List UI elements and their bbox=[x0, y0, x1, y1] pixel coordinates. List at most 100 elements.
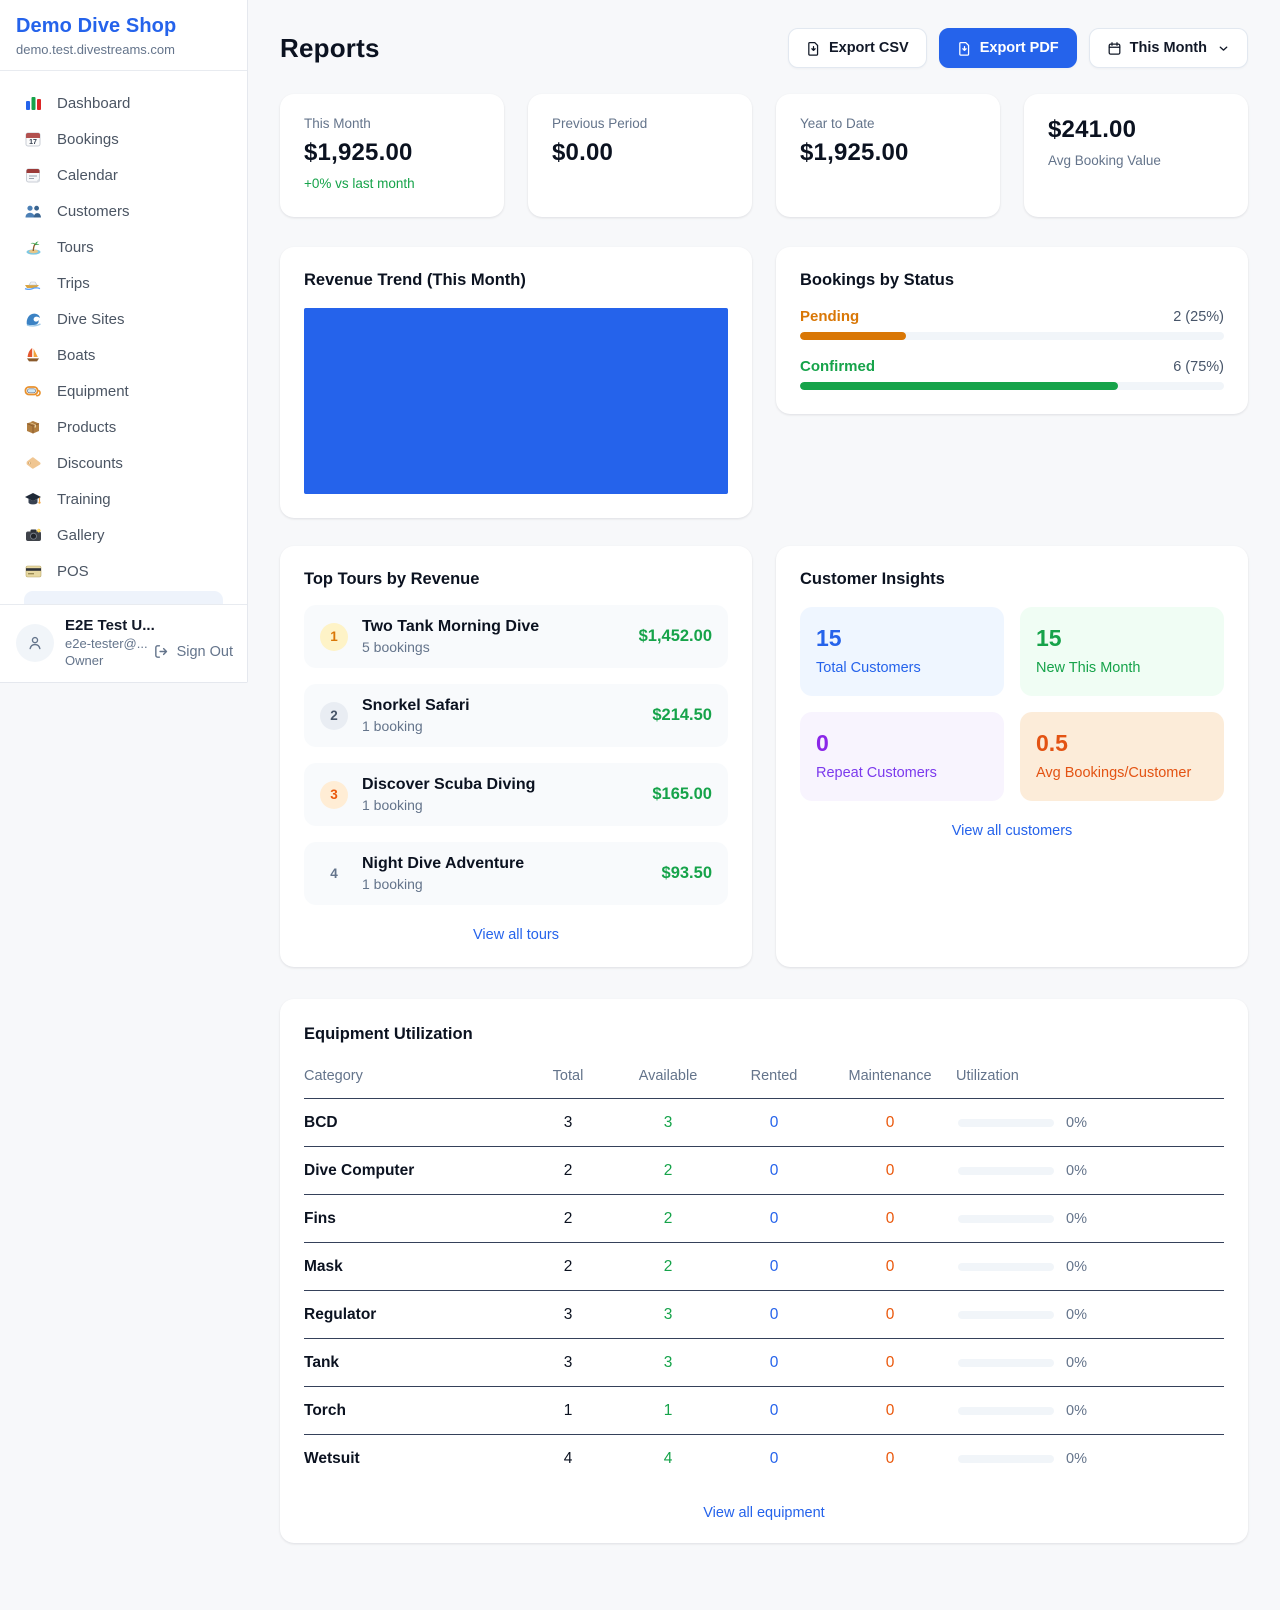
status-count-pending: 2 (25%) bbox=[1173, 309, 1224, 325]
export-pdf-label: Export PDF bbox=[980, 40, 1059, 56]
sidebar-nav: Dashboard 17 Bookings Calendar Customers… bbox=[0, 71, 247, 604]
sidebar-item-reports-active-partial[interactable] bbox=[24, 591, 223, 604]
cell-utilization: 0% bbox=[956, 1451, 1224, 1467]
stat-value: $1,925.00 bbox=[800, 139, 976, 167]
view-all-tours-link[interactable]: View all tours bbox=[304, 927, 728, 943]
cell-maintenance: 0 bbox=[824, 1354, 956, 1372]
credit-card-icon bbox=[22, 562, 44, 580]
tour-bookings: 5 bookings bbox=[362, 639, 625, 655]
rank-badge: 4 bbox=[320, 860, 348, 888]
wave-icon bbox=[22, 310, 44, 328]
table-row: Wetsuit 4 4 0 0 0% bbox=[304, 1435, 1224, 1483]
cell-total: 4 bbox=[524, 1450, 612, 1468]
cell-rented: 0 bbox=[724, 1306, 824, 1324]
cell-available: 3 bbox=[612, 1354, 724, 1372]
cell-maintenance: 0 bbox=[824, 1306, 956, 1324]
export-pdf-button[interactable]: Export PDF bbox=[939, 28, 1077, 68]
cell-utilization: 0% bbox=[956, 1355, 1224, 1371]
utilization-bar-track bbox=[958, 1215, 1054, 1223]
user-email: e2e-tester@... bbox=[65, 636, 155, 651]
view-all-customers-link[interactable]: View all customers bbox=[800, 823, 1224, 839]
tour-row[interactable]: 1 Two Tank Morning Dive 5 bookings $1,45… bbox=[304, 605, 728, 668]
sidebar-item-pos[interactable]: POS bbox=[12, 553, 235, 589]
cell-rented: 0 bbox=[724, 1258, 824, 1276]
status-bar-track bbox=[800, 332, 1224, 340]
stat-delta: +0% vs last month bbox=[304, 176, 480, 191]
cell-rented: 0 bbox=[724, 1210, 824, 1228]
utilization-bar-track bbox=[958, 1311, 1054, 1319]
sidebar-item-training[interactable]: Training bbox=[12, 481, 235, 517]
cell-category: BCD bbox=[304, 1114, 524, 1132]
cell-category: Wetsuit bbox=[304, 1450, 524, 1468]
sidebar-item-bookings[interactable]: 17 Bookings bbox=[12, 121, 235, 157]
stat-value: $241.00 bbox=[1048, 116, 1224, 144]
utilization-bar-track bbox=[958, 1167, 1054, 1175]
sidebar-item-products[interactable]: Products bbox=[12, 409, 235, 445]
sidebar-item-equipment[interactable]: Equipment bbox=[12, 373, 235, 409]
tour-bookings: 1 booking bbox=[362, 876, 648, 892]
tour-name: Discover Scuba Diving bbox=[362, 776, 638, 794]
column-header-available: Available bbox=[612, 1068, 724, 1084]
period-label: This Month bbox=[1130, 40, 1207, 56]
tour-row[interactable]: 4 Night Dive Adventure 1 booking $93.50 bbox=[304, 842, 728, 905]
svg-text:17: 17 bbox=[29, 139, 37, 146]
tour-bookings: 1 booking bbox=[362, 718, 638, 734]
tour-row[interactable]: 3 Discover Scuba Diving 1 booking $165.0… bbox=[304, 763, 728, 826]
revenue-trend-card: Revenue Trend (This Month) bbox=[280, 247, 752, 518]
utilization-percent: 0% bbox=[1066, 1451, 1087, 1467]
cell-utilization: 0% bbox=[956, 1403, 1224, 1419]
sailboat-icon bbox=[22, 346, 44, 364]
sidebar-item-boats[interactable]: Boats bbox=[12, 337, 235, 373]
insight-tiles: 15 Total Customers 15 New This Month 0 R… bbox=[800, 607, 1224, 801]
sidebar-item-label: Gallery bbox=[57, 527, 105, 544]
utilization-percent: 0% bbox=[1066, 1163, 1087, 1179]
sidebar-item-dive-sites[interactable]: Dive Sites bbox=[12, 301, 235, 337]
export-csv-button[interactable]: Export CSV bbox=[788, 28, 927, 68]
sidebar-item-gallery[interactable]: Gallery bbox=[12, 517, 235, 553]
table-row: Dive Computer 2 2 0 0 0% bbox=[304, 1147, 1224, 1195]
sign-out-button[interactable]: Sign Out bbox=[153, 643, 233, 660]
view-all-equipment-link[interactable]: View all equipment bbox=[304, 1505, 1224, 1521]
column-header-maintenance: Maintenance bbox=[824, 1068, 956, 1084]
rank-badge: 1 bbox=[320, 623, 348, 651]
utilization-bar-track bbox=[958, 1407, 1054, 1415]
tag-icon bbox=[22, 454, 44, 472]
sidebar-item-discounts[interactable]: Discounts bbox=[12, 445, 235, 481]
cell-maintenance: 0 bbox=[824, 1210, 956, 1228]
sidebar-item-trips[interactable]: Trips bbox=[12, 265, 235, 301]
table-row: BCD 3 3 0 0 0% bbox=[304, 1099, 1224, 1147]
cell-total: 3 bbox=[524, 1354, 612, 1372]
user-name: E2E Test U... bbox=[65, 617, 155, 634]
dive-mask-icon bbox=[22, 382, 44, 400]
rank-badge: 3 bbox=[320, 781, 348, 809]
insight-value: 0.5 bbox=[1036, 730, 1208, 757]
cell-available: 3 bbox=[612, 1306, 724, 1324]
status-row-pending: Pending 2 (25%) bbox=[800, 308, 1224, 340]
sidebar: Demo Dive Shop demo.test.divestreams.com… bbox=[0, 0, 248, 683]
header-actions: Export CSV Export PDF This Month bbox=[788, 28, 1248, 68]
period-select[interactable]: This Month bbox=[1089, 28, 1248, 68]
person-icon bbox=[26, 634, 44, 652]
sidebar-item-label: Training bbox=[57, 491, 111, 508]
tour-info: Discover Scuba Diving 1 booking bbox=[362, 776, 638, 813]
sidebar-item-customers[interactable]: Customers bbox=[12, 193, 235, 229]
stat-card-year-to-date: Year to Date $1,925.00 bbox=[776, 94, 1000, 217]
table-header-row: Category Total Available Rented Maintena… bbox=[304, 1060, 1224, 1099]
shop-name[interactable]: Demo Dive Shop bbox=[16, 15, 231, 38]
tear-off-calendar-icon bbox=[22, 166, 44, 184]
sidebar-item-calendar[interactable]: Calendar bbox=[12, 157, 235, 193]
shop-domain: demo.test.divestreams.com bbox=[16, 42, 231, 57]
utilization-bar-track bbox=[958, 1263, 1054, 1271]
equipment-utilization-title: Equipment Utilization bbox=[304, 1025, 1224, 1044]
bar-chart-icon bbox=[22, 94, 44, 112]
insight-value: 0 bbox=[816, 730, 988, 757]
cell-utilization: 0% bbox=[956, 1307, 1224, 1323]
tour-row[interactable]: 2 Snorkel Safari 1 booking $214.50 bbox=[304, 684, 728, 747]
sidebar-item-label: Boats bbox=[57, 347, 95, 364]
sign-out-label: Sign Out bbox=[177, 644, 233, 660]
insight-value: 15 bbox=[816, 625, 988, 652]
utilization-percent: 0% bbox=[1066, 1115, 1087, 1131]
sidebar-item-dashboard[interactable]: Dashboard bbox=[12, 85, 235, 121]
bookings-by-status-title: Bookings by Status bbox=[800, 271, 1224, 290]
sidebar-item-tours[interactable]: Tours bbox=[12, 229, 235, 265]
